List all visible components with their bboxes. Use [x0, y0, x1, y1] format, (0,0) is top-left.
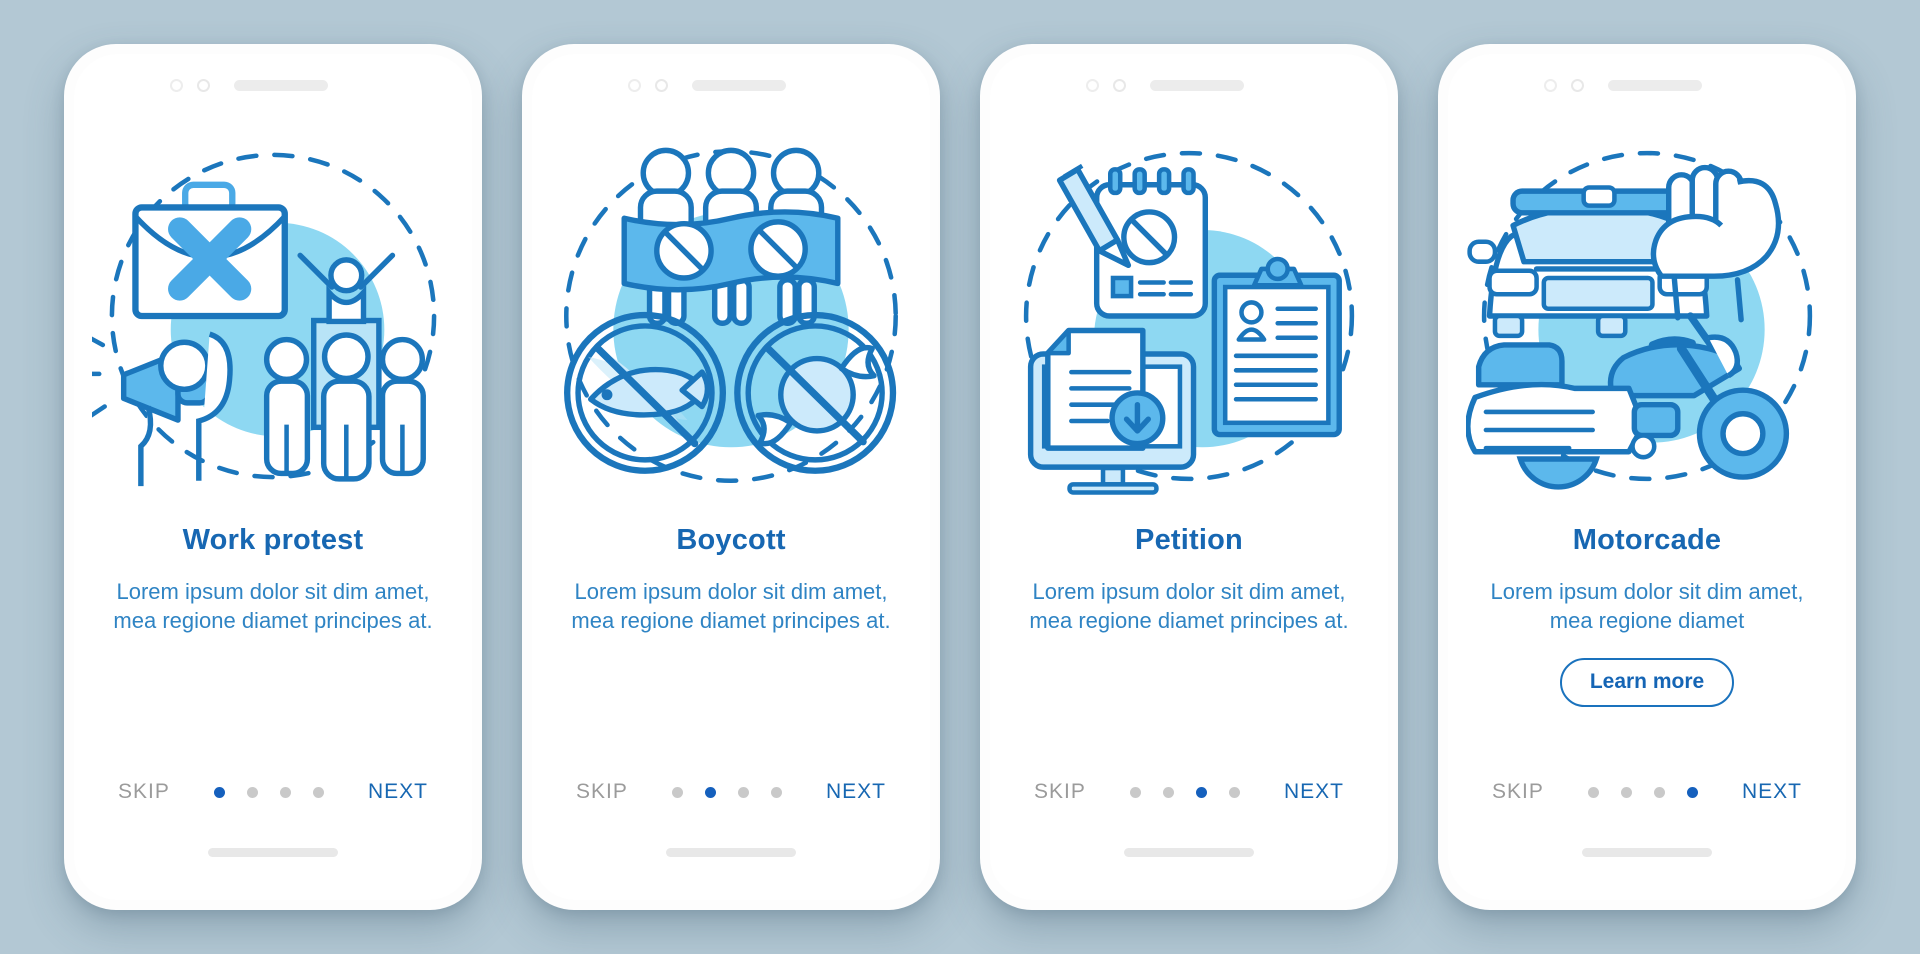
skip-button[interactable]: SKIP	[576, 780, 628, 804]
pagination-dot-4[interactable]	[1228, 786, 1240, 798]
pagination-dot-4[interactable]	[312, 786, 324, 798]
pagination-dot-3[interactable]	[1653, 786, 1665, 798]
home-indicator-area	[1448, 804, 1846, 900]
pagination-dot-1[interactable]	[1587, 786, 1599, 798]
clipboard-icon	[1211, 256, 1342, 438]
illustration-petition	[990, 116, 1388, 516]
pagination-dot-2[interactable]	[704, 786, 716, 798]
home-indicator[interactable]	[666, 847, 796, 857]
page-description: Lorem ipsum dolor sit dim amet, mea regi…	[571, 579, 891, 634]
pagination-dot-3[interactable]	[737, 786, 749, 798]
onboarding-nav-petition: SKIP NEXT	[990, 780, 1388, 804]
pagination-dots	[1587, 786, 1698, 798]
earpiece-speaker	[692, 79, 786, 91]
protest-banner-icon	[621, 147, 841, 326]
earpiece-speaker	[234, 79, 328, 91]
front-camera-icon	[628, 78, 641, 92]
pagination-dot-1[interactable]	[213, 786, 225, 798]
pagination-dot-4[interactable]	[1686, 786, 1698, 798]
next-button[interactable]: NEXT	[1284, 780, 1344, 804]
proximity-sensor-icon	[1113, 78, 1126, 92]
phone-top-hardware	[990, 54, 1388, 116]
crowd-icon	[263, 332, 426, 482]
phone-top-hardware	[532, 54, 930, 116]
pagination-dots	[213, 786, 324, 798]
page-title: Boycott	[676, 524, 786, 556]
proximity-sensor-icon	[655, 78, 668, 92]
proximity-sensor-icon	[197, 78, 210, 92]
front-camera-icon	[170, 78, 183, 92]
screen-motorcade: Motorcade Lorem ipsum dolor sit dim amet…	[1448, 54, 1846, 900]
pagination-dot-1[interactable]	[671, 786, 683, 798]
front-camera-icon	[1544, 78, 1557, 92]
phone-frame-motorcade: Motorcade Lorem ipsum dolor sit dim amet…	[1438, 44, 1856, 910]
page-title: Motorcade	[1572, 524, 1722, 556]
earpiece-speaker	[1150, 79, 1244, 91]
megaphone-icon	[92, 331, 233, 487]
skip-button[interactable]: SKIP	[118, 780, 170, 804]
pagination-dot-4[interactable]	[770, 786, 782, 798]
onboarding-nav-boycott: SKIP NEXT	[532, 780, 930, 804]
phone-frame-work-protest: Work protest Lorem ipsum dolor sit dim a…	[64, 44, 482, 910]
screen-boycott: Boycott Lorem ipsum dolor sit dim amet, …	[532, 54, 930, 900]
home-indicator-area	[990, 804, 1388, 900]
phone-top-hardware	[74, 54, 472, 116]
monitor-download-icon	[1027, 327, 1197, 495]
pagination-dot-2[interactable]	[246, 786, 258, 798]
next-button[interactable]: NEXT	[1742, 780, 1802, 804]
home-indicator[interactable]	[1124, 847, 1254, 857]
skip-button[interactable]: SKIP	[1034, 780, 1086, 804]
earpiece-speaker	[1608, 79, 1702, 91]
screen-petition: Petition Lorem ipsum dolor sit dim amet,…	[990, 54, 1388, 900]
briefcase-icon	[132, 181, 288, 320]
text-block-boycott: Boycott Lorem ipsum dolor sit dim amet, …	[532, 516, 930, 636]
pagination-dot-2[interactable]	[1162, 786, 1174, 798]
pagination-dot-3[interactable]	[1195, 786, 1207, 798]
learn-more-button[interactable]: Learn more	[1559, 657, 1735, 707]
pagination-dots	[671, 786, 782, 798]
phone-frame-petition: Petition Lorem ipsum dolor sit dim amet,…	[980, 44, 1398, 910]
page-description: Lorem ipsum dolor sit dim amet, mea regi…	[113, 579, 433, 634]
phone-top-hardware	[1448, 54, 1846, 116]
text-block-petition: Petition Lorem ipsum dolor sit dim amet,…	[990, 516, 1388, 636]
proximity-sensor-icon	[1571, 78, 1584, 92]
phone-frame-boycott: Boycott Lorem ipsum dolor sit dim amet, …	[522, 44, 940, 910]
pagination-dot-2[interactable]	[1620, 786, 1632, 798]
flex-spacer	[74, 636, 472, 781]
page-title: Petition	[1135, 524, 1243, 556]
skip-button[interactable]: SKIP	[1492, 780, 1544, 804]
illustration-work-protest	[74, 116, 472, 516]
home-indicator[interactable]	[208, 847, 338, 857]
pagination-dots	[1129, 786, 1240, 798]
page-description: Lorem ipsum dolor sit dim amet, mea regi…	[1490, 579, 1804, 634]
home-indicator[interactable]	[1582, 847, 1712, 857]
next-button[interactable]: NEXT	[826, 780, 886, 804]
text-block-work-protest: Work protest Lorem ipsum dolor sit dim a…	[74, 516, 472, 636]
flex-spacer	[990, 636, 1388, 781]
screen-work-protest: Work protest Lorem ipsum dolor sit dim a…	[74, 54, 472, 900]
illustration-motorcade	[1448, 116, 1846, 516]
text-block-motorcade: Motorcade Lorem ipsum dolor sit dim amet…	[1448, 516, 1846, 707]
onboarding-nav-motorcade: SKIP NEXT	[1448, 780, 1846, 804]
next-button[interactable]: NEXT	[368, 780, 428, 804]
flex-spacer	[1448, 707, 1846, 781]
home-indicator-area	[532, 804, 930, 900]
onboarding-screens-container: Work protest Lorem ipsum dolor sit dim a…	[0, 0, 1920, 954]
home-indicator-area	[74, 804, 472, 900]
flex-spacer	[532, 636, 930, 781]
page-description: Lorem ipsum dolor sit dim amet, mea regi…	[1029, 579, 1349, 634]
onboarding-nav-work-protest: SKIP NEXT	[74, 780, 472, 804]
illustration-boycott	[532, 116, 930, 516]
pagination-dot-3[interactable]	[279, 786, 291, 798]
front-camera-icon	[1086, 78, 1099, 92]
page-title: Work protest	[182, 524, 364, 556]
pagination-dot-1[interactable]	[1129, 786, 1141, 798]
